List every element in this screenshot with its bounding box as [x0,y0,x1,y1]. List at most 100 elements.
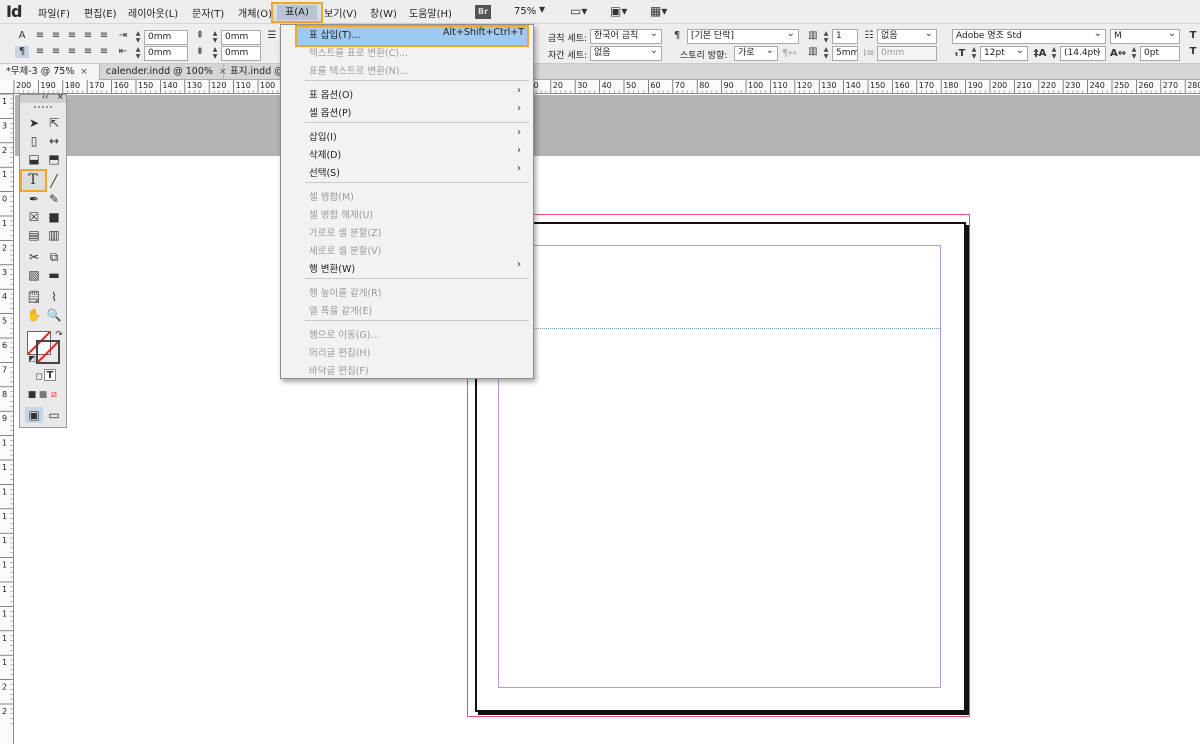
panel-grip[interactable] [34,106,52,108]
close-icon[interactable]: × [80,67,88,77]
normal-view-icon[interactable]: ▣ [25,407,43,423]
page-tool-icon[interactable]: ▯ [25,133,43,149]
leading-spinner[interactable]: ▲ ▼ [1050,46,1058,60]
vertical-ruler[interactable]: 1 3 2 1 0 1 2 3 4 5 6 7 8 9 1 1 1 1 1 1 1 1 1 1 2 2 [0,94,14,744]
zoom-level[interactable]: 75% [514,6,536,17]
font-size-field[interactable]: 12pt [980,46,1028,61]
menu-type[interactable]: 문자(T) [192,5,224,20]
swap-fill-stroke-icon[interactable]: ↷ [50,327,68,343]
menu-view[interactable]: 보기(V) [324,5,357,20]
menu-item-cell-options[interactable]: 셀 옵션(P) [309,105,351,119]
document-tab[interactable]: calender.indd @ 100% × [100,64,226,80]
align-left-icon[interactable]: ≡ [33,30,47,42]
rectangle-tool-icon[interactable]: ■ [45,209,63,225]
horizontal-grid-tool-icon[interactable]: ▤ [25,227,43,243]
menu-item-select[interactable]: 선택(S) [309,165,340,179]
preview-mode-icon[interactable]: ▭ [45,407,63,423]
free-transform-tool-icon[interactable]: ⧉ [45,249,63,265]
close-icon[interactable]: × [57,92,64,101]
pen-tool-icon[interactable]: ✒ [25,191,43,207]
font-size-spinner[interactable]: ▲ ▼ [970,46,978,60]
menu-item-insert[interactable]: 삽입(I) [309,129,337,143]
pencil-tool-icon[interactable]: ✎ [45,191,63,207]
columns-field[interactable]: 1 [832,29,858,44]
content-placer-icon[interactable]: ⬒ [45,151,63,167]
hand-tool-icon[interactable]: ✋ [25,307,43,323]
font-family-select[interactable]: Adobe 명조 Std [952,29,1106,44]
away-from-spine-icon[interactable]: ≡ [97,46,111,58]
menu-edit[interactable]: 편집(E) [84,5,117,20]
story-direction-select[interactable]: 가로 [734,46,778,61]
screen-mode-icon[interactable]: ▣▾ [610,4,627,18]
paragraph-mode-icon[interactable]: ¶ [15,46,29,58]
apply-none-icon[interactable]: ⧄ [45,387,63,403]
leading-field[interactable]: (14.4pt) [1060,46,1106,61]
tracking-spinner[interactable]: ▲ ▼ [1130,46,1138,60]
line-tool-icon[interactable]: ╱ [45,173,63,189]
space-before-field[interactable]: 0mm [221,30,261,45]
grid-align-select[interactable]: 없음 [877,29,937,44]
vertical-grid-tool-icon[interactable]: ▥ [45,227,63,243]
arrange-documents-icon[interactable]: ▦▾ [650,4,667,18]
align-towards-spine-icon[interactable]: ≡ [81,30,95,42]
ruler-guide[interactable] [498,328,941,329]
paragraph-style-select[interactable]: [기본 단락] [687,29,799,44]
justify-right-icon[interactable]: ≡ [65,46,79,58]
menu-window[interactable]: 창(W) [370,5,397,20]
space-after-field[interactable]: 0mm [221,46,261,61]
space-after-spinner[interactable]: ▲ ▼ [211,46,219,60]
gutter-spinner[interactable]: ▲ ▼ [822,46,830,60]
eyedropper-tool-icon[interactable]: ⌇ [45,289,63,305]
drop-cap-icon[interactable]: ☰ [265,30,279,42]
direct-selection-tool-icon[interactable]: ⇱ [45,115,63,131]
space-before-spinner[interactable]: ▲ ▼ [211,30,219,44]
character-mode-icon[interactable]: A [15,30,29,42]
gradient-swatch-tool-icon[interactable]: ▧ [25,267,43,283]
tracking-field[interactable]: 0pt [1140,46,1180,61]
mojikumi-select[interactable]: 없음 [590,46,662,61]
justify-center-icon[interactable]: ≡ [33,46,47,58]
view-options-icon[interactable]: ▭▾ [570,4,587,18]
gap-tool-icon[interactable]: ↔ [45,133,63,149]
rectangle-frame-tool-icon[interactable]: ☒ [25,209,43,225]
menu-table[interactable]: 표(A) [277,5,317,20]
columns-spinner[interactable]: ▲ ▼ [822,30,830,44]
collapse-icon[interactable]: ‹‹ [42,92,48,101]
zoom-dropdown-icon[interactable]: ▼ [539,5,545,14]
align-center-icon[interactable]: ≡ [49,30,63,42]
menu-layout[interactable]: 레이아웃(L) [128,5,178,20]
scissors-tool-icon[interactable]: ✂ [25,249,43,265]
justify-left-icon[interactable]: ≡ [97,30,111,42]
first-line-indent-field[interactable]: 0mm [144,46,188,61]
justify-full-icon[interactable]: ≡ [81,46,95,58]
selection-tool-icon[interactable]: ➤ [25,115,43,131]
kinsoku-select[interactable]: 한국어 금칙 [590,29,662,44]
ruler-label: 3 [2,268,7,277]
menu-object[interactable]: 개체(O) [238,5,272,20]
space-before-icon: ⇞ [195,30,205,41]
horizontal-ruler[interactable]: 200 190 180 170 160 150 140 130 120 110 100 90 80 70 6… [0,80,1200,94]
left-indent-field[interactable]: 0mm [144,30,188,45]
gutter-field[interactable]: 5mm [832,46,858,61]
justify-all-icon[interactable]: ≡ [49,46,63,58]
bridge-icon[interactable]: Br [475,5,491,19]
default-fill-stroke-icon[interactable]: ◩ [23,351,41,367]
menu-item-table-options[interactable]: 표 옵션(O) [309,87,353,101]
font-style-select[interactable]: M [1110,29,1180,44]
type-tool-icon[interactable]: T [24,172,42,188]
first-line-indent-spinner[interactable]: ▲ ▼ [134,46,142,60]
align-right-icon[interactable]: ≡ [65,30,79,42]
document-tab[interactable]: *무제-3 @ 75% × [0,64,100,80]
menu-item-insert-table[interactable]: 표 삽입(T)... [309,27,361,41]
formatting-text-icon[interactable]: T [44,369,56,381]
left-indent-spinner[interactable]: ▲ ▼ [134,30,142,44]
zoom-tool-icon[interactable]: 🔍 [45,307,63,323]
menu-item-delete[interactable]: 삭제(D) [309,147,341,161]
menu-help[interactable]: 도움말(H) [409,5,452,20]
tools-panel-header[interactable]: ‹‹ × [20,92,66,103]
gradient-feather-tool-icon[interactable]: ▬ [45,267,63,283]
note-tool-icon[interactable]: 🗒 [25,289,43,305]
menu-file[interactable]: 파일(F) [38,5,70,20]
content-collector-icon[interactable]: ⬓ [25,151,43,167]
menu-item-convert-rows[interactable]: 행 변환(W) [309,261,355,275]
